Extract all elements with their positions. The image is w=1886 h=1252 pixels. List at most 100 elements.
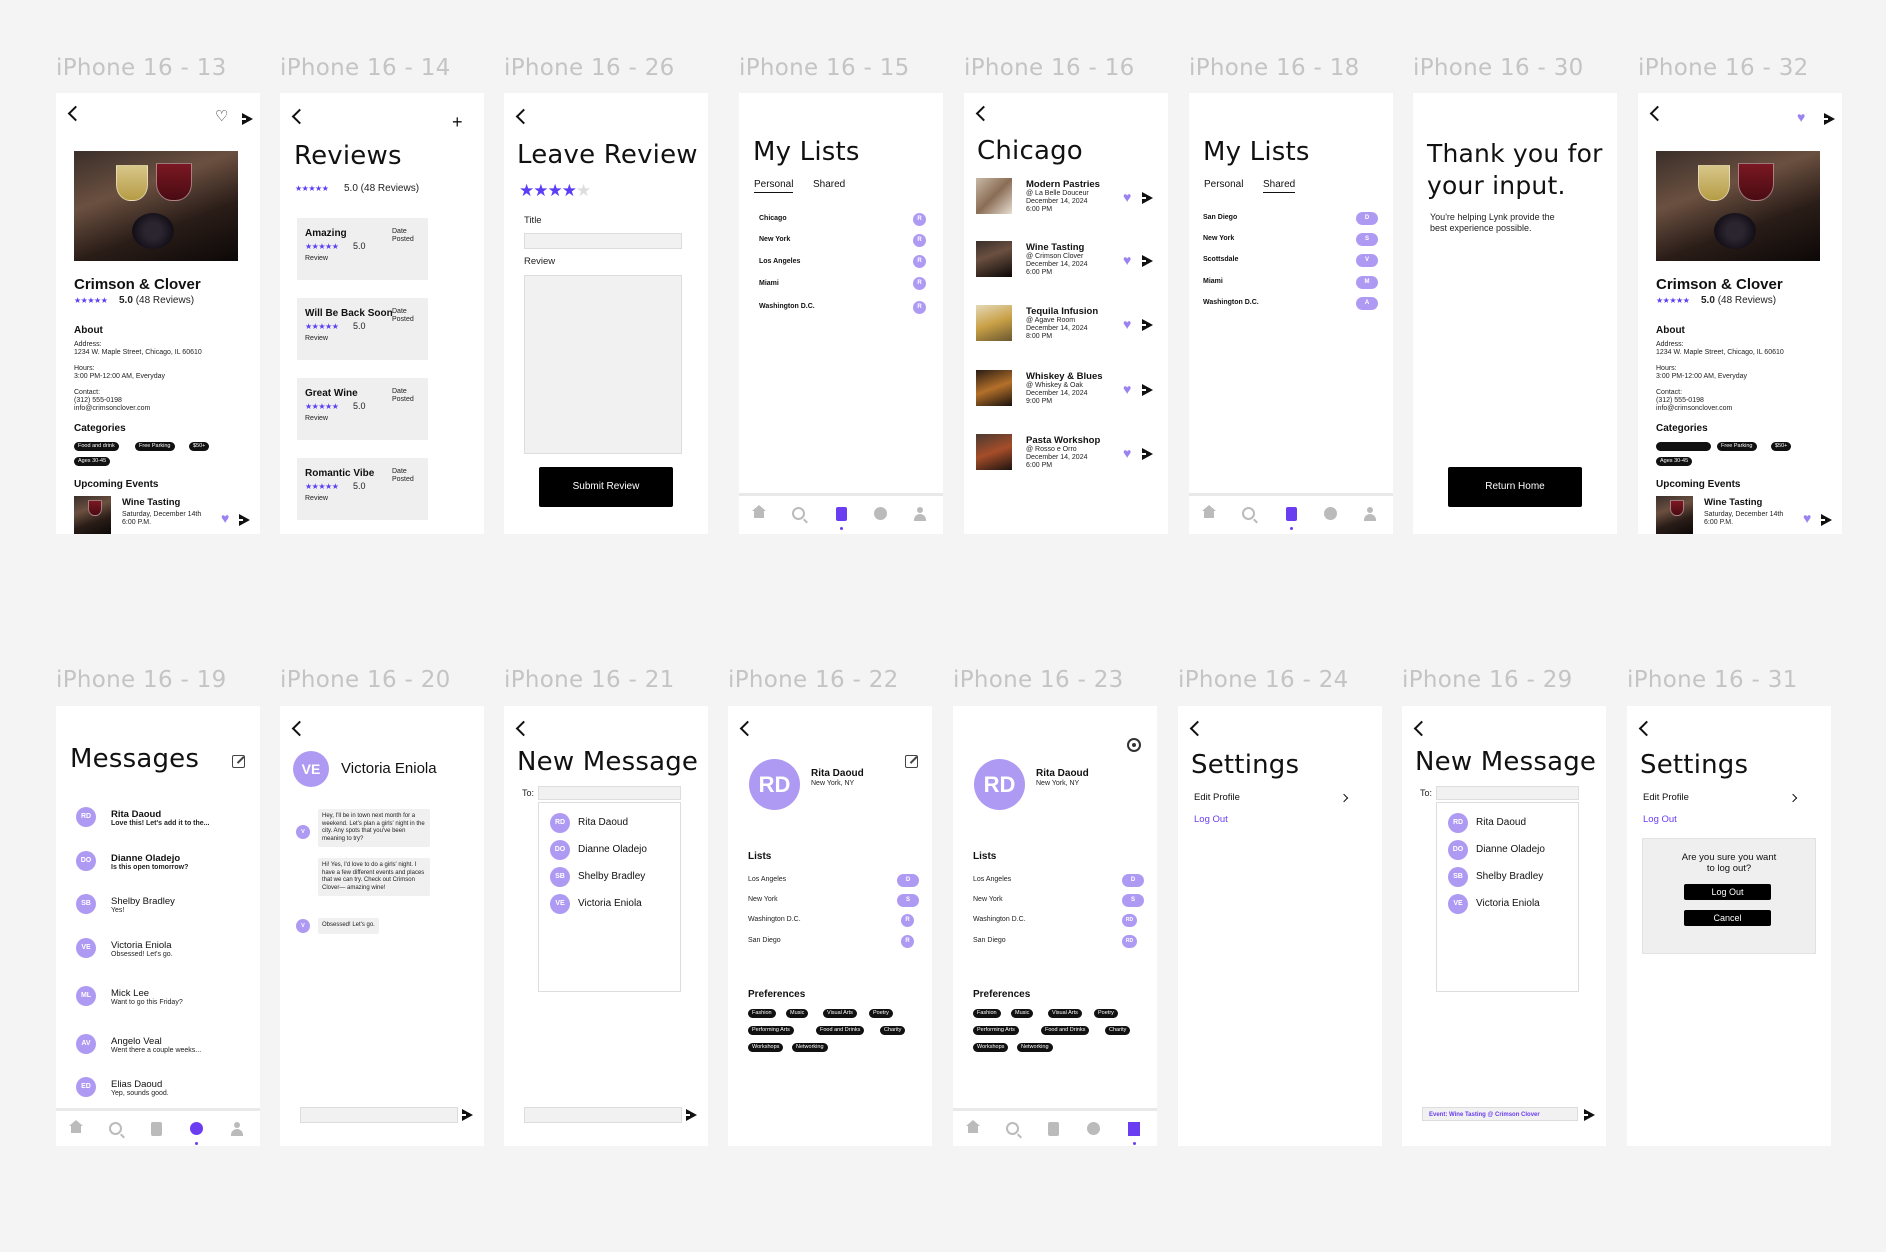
heart-filled-icon[interactable]: ♥ <box>1123 317 1131 331</box>
profile-icon[interactable] <box>231 1122 243 1136</box>
back-icon[interactable] <box>515 720 532 737</box>
add-review-icon[interactable]: + <box>452 113 463 131</box>
preference-chip[interactable]: Visual Arts <box>1048 1009 1082 1018</box>
compose-icon[interactable] <box>232 755 245 768</box>
back-icon[interactable] <box>291 720 308 737</box>
heart-outline-icon[interactable]: ♡ <box>215 109 228 124</box>
profile-icon[interactable] <box>1128 1122 1140 1136</box>
preference-chip[interactable]: Networking <box>792 1043 828 1052</box>
conversation-name[interactable]: Rita Daoud <box>111 809 161 820</box>
back-icon[interactable] <box>739 720 756 737</box>
contact-option[interactable]: Victoria Eniola <box>578 898 642 909</box>
list-item[interactable]: Miami <box>759 280 779 287</box>
home-icon[interactable] <box>1202 505 1216 518</box>
back-icon[interactable] <box>1638 720 1655 737</box>
messages-icon[interactable] <box>1324 507 1337 520</box>
preference-chip[interactable]: Networking <box>1017 1043 1053 1052</box>
lists-icon[interactable] <box>1048 1122 1059 1136</box>
home-icon[interactable] <box>752 505 766 518</box>
send-icon[interactable] <box>462 1109 473 1121</box>
share-arrow-icon[interactable] <box>239 514 250 526</box>
list-item[interactable]: New York <box>748 896 778 904</box>
search-icon[interactable] <box>1006 1122 1019 1135</box>
review-card[interactable]: Great Wine Date Posted ★★★★★ 5.0 Review <box>297 378 428 440</box>
review-card[interactable]: Romantic Vibe Date Posted ★★★★★ 5.0 Revi… <box>297 458 428 520</box>
list-item[interactable]: Washington D.C. <box>973 916 1026 924</box>
home-icon[interactable] <box>69 1120 83 1133</box>
event-name[interactable]: Wine Tasting <box>1026 242 1084 253</box>
settings-gear-icon[interactable] <box>1127 738 1141 752</box>
list-item[interactable]: New York <box>1203 235 1234 242</box>
messages-icon[interactable] <box>190 1122 203 1135</box>
conversation-name[interactable]: Angelo Veal <box>111 1036 162 1047</box>
heart-filled-icon[interactable]: ♥ <box>1123 382 1131 396</box>
preference-chip[interactable]: Performing Arts <box>973 1026 1019 1035</box>
confirm-log-out-button[interactable]: Log Out <box>1684 884 1771 900</box>
category-chip[interactable]: Food and drink <box>74 442 119 451</box>
return-home-button[interactable]: Return Home <box>1448 467 1582 507</box>
conversation-name[interactable]: Shelby Bradley <box>111 896 175 907</box>
list-item[interactable]: Miami <box>1203 278 1223 285</box>
log-out-link[interactable]: Log Out <box>1643 814 1677 825</box>
share-arrow-icon[interactable] <box>1142 255 1153 267</box>
lists-icon[interactable] <box>1286 507 1297 521</box>
list-item[interactable]: Chicago <box>759 215 787 222</box>
preference-chip[interactable]: Workshops <box>973 1043 1009 1052</box>
profile-icon[interactable] <box>1364 507 1376 521</box>
contact-option[interactable]: Shelby Bradley <box>1476 871 1543 882</box>
home-icon[interactable] <box>966 1120 980 1133</box>
list-item[interactable]: San Diego <box>748 937 781 945</box>
event-name[interactable]: Pasta Workshop <box>1026 435 1100 446</box>
preference-chip[interactable]: Music <box>1011 1009 1034 1018</box>
list-item[interactable]: Washington D.C. <box>748 916 801 924</box>
edit-profile-link[interactable]: Edit Profile <box>1643 792 1689 803</box>
heart-filled-icon[interactable]: ♥ <box>1803 511 1811 525</box>
category-chip[interactable]: Ages 30-45 <box>1656 457 1693 466</box>
conversation-name[interactable]: Dianne Oladejo <box>111 853 180 864</box>
filled-stars[interactable]: ★★★★ <box>519 181 577 200</box>
recipient-input[interactable] <box>1436 786 1579 800</box>
recipient-input[interactable] <box>538 786 681 800</box>
category-chip[interactable]: Free Parking <box>1717 442 1757 451</box>
search-icon[interactable] <box>792 507 805 520</box>
category-chip[interactable]: Free Parking <box>135 442 175 451</box>
heart-filled-icon[interactable]: ♥ <box>1123 253 1131 267</box>
preference-chip[interactable]: Charity <box>880 1026 906 1035</box>
lists-icon[interactable] <box>836 507 847 521</box>
submit-review-button[interactable]: Submit Review <box>539 467 673 507</box>
conversation-name[interactable]: Mick Lee <box>111 988 149 999</box>
contact-option[interactable]: Rita Daoud <box>1476 817 1526 828</box>
title-input[interactable] <box>524 233 682 249</box>
event-name[interactable]: Modern Pastries <box>1026 179 1100 190</box>
share-arrow-icon[interactable] <box>1142 448 1153 460</box>
event-name[interactable]: Whiskey & Blues <box>1026 371 1103 382</box>
share-arrow-icon[interactable] <box>1824 113 1835 125</box>
empty-star[interactable]: ★ <box>576 181 591 200</box>
list-item[interactable]: New York <box>973 896 1003 904</box>
back-icon[interactable] <box>1649 105 1666 122</box>
back-icon[interactable] <box>1189 720 1206 737</box>
back-icon[interactable] <box>1413 720 1430 737</box>
contact-option[interactable]: Shelby Bradley <box>578 871 645 882</box>
preference-chip[interactable]: Fashion <box>748 1009 776 1018</box>
chevron-right-icon[interactable] <box>1788 793 1798 803</box>
event-name[interactable]: Tequila Infusion <box>1026 306 1098 317</box>
back-icon[interactable] <box>515 108 532 125</box>
share-arrow-icon[interactable] <box>1142 319 1153 331</box>
heart-filled-icon[interactable]: ♥ <box>1123 446 1131 460</box>
list-item[interactable]: Washington D.C. <box>759 303 815 310</box>
search-icon[interactable] <box>1242 507 1255 520</box>
heart-filled-icon[interactable]: ♥ <box>221 511 229 525</box>
preference-chip[interactable]: Fashion <box>973 1009 1001 1018</box>
list-item[interactable]: New York <box>759 236 790 243</box>
lists-icon[interactable] <box>151 1122 162 1136</box>
send-icon[interactable] <box>1584 1109 1595 1121</box>
category-chip-redacted[interactable] <box>1656 442 1711 451</box>
review-card[interactable]: Amazing Date Posted ★★★★★ 5.0 Review <box>297 218 428 280</box>
contact-option[interactable]: Rita Daoud <box>578 817 628 828</box>
message-input[interactable] <box>300 1107 458 1123</box>
share-arrow-icon[interactable] <box>1142 192 1153 204</box>
preference-chip[interactable]: Charity <box>1105 1026 1131 1035</box>
share-arrow-icon[interactable] <box>242 113 253 125</box>
tab-personal[interactable]: Personal <box>1204 179 1243 190</box>
